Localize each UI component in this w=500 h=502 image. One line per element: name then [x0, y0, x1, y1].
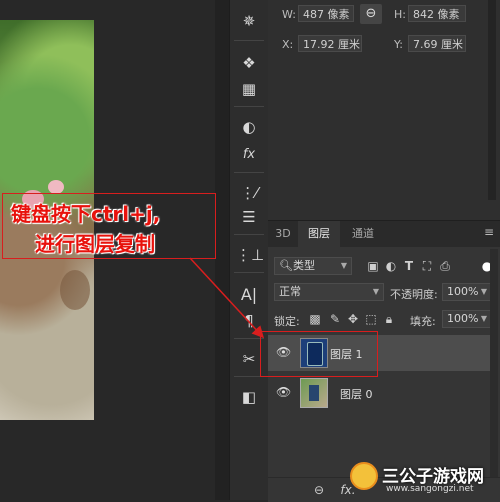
y-field[interactable]: 7.69 厘米 [408, 35, 466, 52]
settings-gear-icon[interactable]: ✵ [236, 10, 262, 32]
opacity-field[interactable]: 100% ▼ [442, 283, 492, 301]
separator [234, 234, 264, 235]
fill-field[interactable]: 100% ▼ [442, 310, 492, 328]
watermark-url: www.sangongzi.net [386, 484, 474, 494]
shape-filter-icon[interactable]: ⛶ [420, 258, 434, 274]
chevron-down-icon: ▼ [372, 287, 379, 296]
separator [234, 40, 264, 41]
lock-artboard-icon[interactable]: ⬚ [364, 311, 378, 327]
layer-thumbnail [300, 378, 328, 408]
layer-row-layer-0[interactable]: 👁︎ 图层 0 [268, 375, 490, 411]
half-circle-icon[interactable]: ◐ [236, 116, 262, 138]
y-label: Y: [394, 38, 403, 51]
canvas-gutter [215, 0, 229, 500]
chevron-down-icon: ▼ [340, 261, 347, 270]
chevron-down-icon: ▼ [480, 287, 487, 296]
smart-object-filter-icon[interactable]: ⎙ [438, 258, 452, 274]
adjustment-filter-icon[interactable]: ◐ [384, 258, 398, 274]
fx-icon[interactable]: fx [236, 144, 262, 166]
lock-all-icon[interactable]: 🔒︎ [382, 311, 396, 327]
x-field[interactable]: 17.92 厘米 [298, 35, 362, 52]
width-label: W: [282, 8, 296, 21]
tab-layers[interactable]: 图层 [298, 221, 340, 247]
height-label: H: [394, 8, 406, 21]
separator [234, 106, 264, 107]
opacity-label: 不透明度: [390, 288, 438, 301]
paragraph-icon[interactable]: ¶ [236, 310, 262, 332]
link-layers-icon[interactable]: ⊖ [312, 482, 326, 498]
fill-value: 100% [447, 312, 479, 325]
eye-icon[interactable]: 👁︎ [276, 385, 291, 399]
lock-position-icon[interactable]: ✥ [346, 311, 360, 327]
watermark-logo-icon [350, 462, 378, 490]
character-icon[interactable]: A| [236, 284, 262, 306]
selected-layer-highlight [260, 331, 378, 377]
instruction-annotation-box: 键盘按下ctrl+j, 进行图层复制 [2, 193, 216, 259]
width-field[interactable]: 487 像素 [298, 5, 354, 22]
chevron-down-icon: ▼ [480, 314, 487, 323]
annotation-line-1: 键盘按下ctrl+j, [11, 202, 161, 226]
separator [234, 172, 264, 173]
clone-source-icon[interactable]: ⋮⊥ [236, 244, 264, 266]
height-field[interactable]: 842 像素 [408, 5, 466, 22]
layer-name: 图层 0 [340, 388, 373, 401]
lock-transparency-icon[interactable]: ▩ [308, 311, 322, 327]
separator [234, 272, 264, 273]
grid-icon[interactable]: ▦ [236, 78, 262, 100]
filter-kind-select[interactable]: 🔍︎类型 ▼ [274, 257, 352, 275]
x-label: X: [282, 38, 294, 51]
link-icon[interactable]: ⊖ [360, 4, 382, 24]
panel-icon-strip: ✵ ❖ ▦ ◐ fx ⋮⁄ ☰ ⋮⊥ A| ¶ ✂ ◧ [229, 0, 269, 500]
type-filter-icon[interactable]: T [402, 258, 416, 274]
lock-brush-icon[interactable]: ✎ [328, 311, 342, 327]
watermark: 三公子游戏网 www.sangongzi.net [340, 456, 500, 500]
sliders-icon[interactable]: ☰ [236, 206, 262, 228]
annotation-line-2: 进行图层复制 [35, 232, 155, 256]
properties-panel: W: 487 像素 ⊖ H: 842 像素 X: 17.92 厘米 Y: 7.6… [268, 0, 500, 220]
navigator-icon[interactable]: ◧ [236, 386, 262, 408]
filter-kind-label: 类型 [292, 259, 315, 272]
panel-menu-icon[interactable]: ≡ [484, 225, 494, 239]
blend-mode-select[interactable]: 正常 ▼ [274, 283, 384, 301]
color-swatches-icon[interactable]: ❖ [236, 52, 262, 74]
panel-tabs: 3D 图层 通道 ≡ [268, 221, 500, 247]
search-icon: 🔍︎ [279, 259, 293, 272]
tab-channels[interactable]: 通道 [342, 221, 384, 247]
blend-mode-value: 正常 [279, 285, 301, 298]
properties-scrollbar[interactable] [488, 0, 496, 200]
tab-3d[interactable]: 3D [268, 221, 298, 247]
scissors-tools-icon[interactable]: ✂ [236, 348, 262, 370]
opacity-value: 100% [447, 285, 479, 298]
fill-label: 填充: [410, 315, 436, 328]
lock-label: 锁定: [274, 315, 300, 328]
pixel-filter-icon[interactable]: ▣ [366, 258, 380, 274]
brush-settings-icon[interactable]: ⋮⁄ [236, 182, 262, 204]
